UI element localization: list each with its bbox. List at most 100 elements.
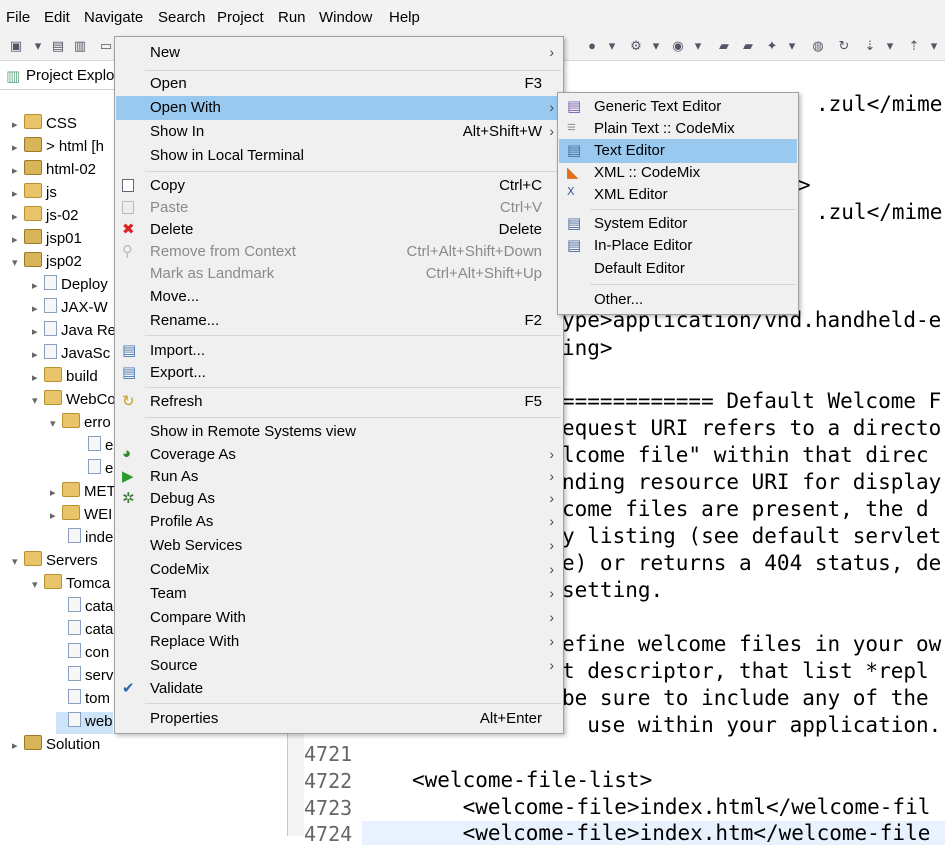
dropdown-icon[interactable]: ▾ (926, 38, 942, 54)
submenu-item-xml-codemix[interactable]: ◣ XML :: CodeMix (559, 161, 797, 185)
menu-project[interactable]: Project (217, 9, 264, 26)
server-icon[interactable]: ⚙ (628, 38, 644, 54)
chevron-down-icon[interactable]: ▾ (12, 256, 24, 269)
dropdown-icon[interactable]: ▾ (690, 38, 706, 54)
tree-item[interactable]: cata (56, 597, 113, 619)
open-folder-icon[interactable]: ▰ (740, 38, 756, 54)
dropdown-icon[interactable]: ▾ (882, 38, 898, 54)
tree-item[interactable]: ▸ MET (50, 482, 116, 504)
tree-item[interactable]: ▸ Deploy (32, 275, 108, 297)
tree-item[interactable]: e (76, 459, 113, 481)
menu-item-paste[interactable]: Paste Ctrl+V (116, 196, 562, 220)
menu-run[interactable]: Run (278, 9, 306, 26)
chevron-down-icon[interactable]: ▾ (32, 394, 44, 407)
open-folder-icon[interactable]: ▰ (716, 38, 732, 54)
chevron-right-icon[interactable]: ▸ (50, 486, 62, 499)
terminal-icon[interactable]: ▭ (98, 38, 114, 54)
submenu-item-text-editor[interactable]: ▤ Text Editor (559, 139, 797, 163)
menu-item-debug-as[interactable]: ✲ Debug As › (116, 487, 562, 511)
menu-help[interactable]: Help (389, 9, 420, 26)
chevron-right-icon[interactable]: ▸ (32, 325, 44, 338)
chevron-down-icon[interactable]: ▾ (50, 417, 62, 430)
refresh-icon[interactable]: ↻ (836, 38, 852, 54)
menu-item-compare-with[interactable]: Compare With › (116, 606, 562, 630)
save-all-icon[interactable]: ▥ (72, 38, 88, 54)
menu-item-profile-as[interactable]: Profile As › (116, 510, 562, 534)
tree-item[interactable]: ▸ JAX-W (32, 298, 108, 320)
tree-item[interactable]: ▾ erro (50, 413, 111, 435)
web-icon[interactable]: ◉ (670, 38, 686, 54)
tree-item[interactable]: ▾ jsp02 (12, 252, 82, 274)
tree-item[interactable]: ▸ Solution (12, 735, 100, 757)
wand-icon[interactable]: ✦ (764, 38, 780, 54)
menu-item-source[interactable]: Source › (116, 654, 562, 678)
tree-item[interactable]: ▾ WebCo (32, 390, 116, 412)
menu-item-show-remote[interactable]: Show in Remote Systems view (116, 420, 562, 444)
dropdown-icon[interactable]: ▾ (604, 38, 620, 54)
chevron-right-icon[interactable]: ▸ (12, 187, 24, 200)
tree-item[interactable]: ▸ html-02 (12, 160, 96, 182)
menu-window[interactable]: Window (319, 9, 372, 26)
menu-edit[interactable]: Edit (44, 9, 70, 26)
tree-item[interactable]: ▸ CSS (12, 114, 77, 136)
submenu-item-generic-text-editor[interactable]: ▤ Generic Text Editor (559, 95, 797, 119)
run-icon[interactable]: ● (584, 38, 600, 54)
chevron-right-icon[interactable]: ▸ (32, 348, 44, 361)
tree-item[interactable]: tom (56, 689, 110, 711)
chevron-right-icon[interactable]: ▸ (12, 210, 24, 223)
menu-item-open[interactable]: Open F3 (116, 72, 562, 96)
dropdown-icon[interactable]: ▾ (30, 38, 46, 54)
tree-item[interactable]: ▸ build (32, 367, 98, 389)
dropdown-icon[interactable]: ▾ (784, 38, 800, 54)
menu-item-new[interactable]: New › (116, 41, 562, 65)
tree-item[interactable]: e (76, 436, 113, 458)
tree-item[interactable]: ▾ Tomca (32, 574, 110, 596)
tree-item[interactable]: ▸ WEI (50, 505, 112, 527)
chevron-right-icon[interactable]: ▸ (12, 164, 24, 177)
nav-up-icon[interactable]: ⇡ (906, 38, 922, 54)
tree-item[interactable]: ▸ js-02 (12, 206, 79, 228)
tree-item[interactable]: ▾ Servers (12, 551, 98, 573)
chevron-right-icon[interactable]: ▸ (50, 509, 62, 522)
globe-icon[interactable]: ◍ (810, 38, 826, 54)
menu-item-open-with[interactable]: Open With › (116, 96, 562, 120)
nav-icon[interactable]: ⇣ (862, 38, 878, 54)
chevron-down-icon[interactable]: ▾ (12, 555, 24, 568)
menu-item-replace-with[interactable]: Replace With › (116, 630, 562, 654)
tree-item[interactable]: serv (56, 666, 113, 688)
menu-item-coverage-as[interactable]: ◕ Coverage As › (116, 443, 562, 467)
menu-item-copy[interactable]: Copy Ctrl+C (116, 174, 562, 198)
menu-item-remove-context[interactable]: ⚲ Remove from Context Ctrl+Alt+Shift+Down (116, 240, 562, 264)
tree-item[interactable]: ▸ > html [h (12, 137, 104, 159)
menu-item-show-terminal[interactable]: Show in Local Terminal (116, 144, 562, 168)
tree-item[interactable]: web (56, 712, 113, 734)
submenu-item-other[interactable]: Other... (559, 288, 797, 312)
menu-navigate[interactable]: Navigate (84, 9, 143, 26)
menu-item-import[interactable]: ▤ Import... (116, 339, 562, 363)
chevron-right-icon[interactable]: ▸ (32, 371, 44, 384)
save-icon[interactable]: ▤ (50, 38, 66, 54)
new-icon[interactable]: ▣ (8, 38, 24, 54)
submenu-item-plain-text-codemix[interactable]: ≡ Plain Text :: CodeMix (559, 117, 797, 141)
tree-item[interactable]: inde (56, 528, 113, 550)
tree-item[interactable]: ▸ Java Re (32, 321, 116, 343)
menu-file[interactable]: File (6, 9, 30, 26)
menu-item-refresh[interactable]: ↻ Refresh F5 (116, 390, 562, 414)
submenu-item-default-editor[interactable]: Default Editor (559, 257, 797, 281)
menu-item-validate[interactable]: ✔ Validate (116, 677, 562, 701)
menu-item-export[interactable]: ▤ Export... (116, 361, 562, 385)
chevron-right-icon[interactable]: ▸ (12, 739, 24, 752)
menu-item-properties[interactable]: Properties Alt+Enter (116, 707, 562, 731)
tree-item[interactable]: cata (56, 620, 113, 642)
chevron-right-icon[interactable]: ▸ (32, 302, 44, 315)
menu-item-team[interactable]: Team › (116, 582, 562, 606)
tree-item[interactable]: ▸ JavaSc (32, 344, 110, 366)
tree-item[interactable]: con (56, 643, 109, 665)
chevron-down-icon[interactable]: ▾ (32, 578, 44, 591)
menu-item-mark-landmark[interactable]: Mark as Landmark Ctrl+Alt+Shift+Up (116, 262, 562, 286)
tree-item[interactable]: ▸ jsp01 (12, 229, 82, 251)
menu-item-delete[interactable]: ✖ Delete Delete (116, 218, 562, 242)
chevron-right-icon[interactable]: ▸ (12, 118, 24, 131)
menu-search[interactable]: Search (158, 9, 206, 26)
menu-item-codemix[interactable]: CodeMix › (116, 558, 562, 582)
